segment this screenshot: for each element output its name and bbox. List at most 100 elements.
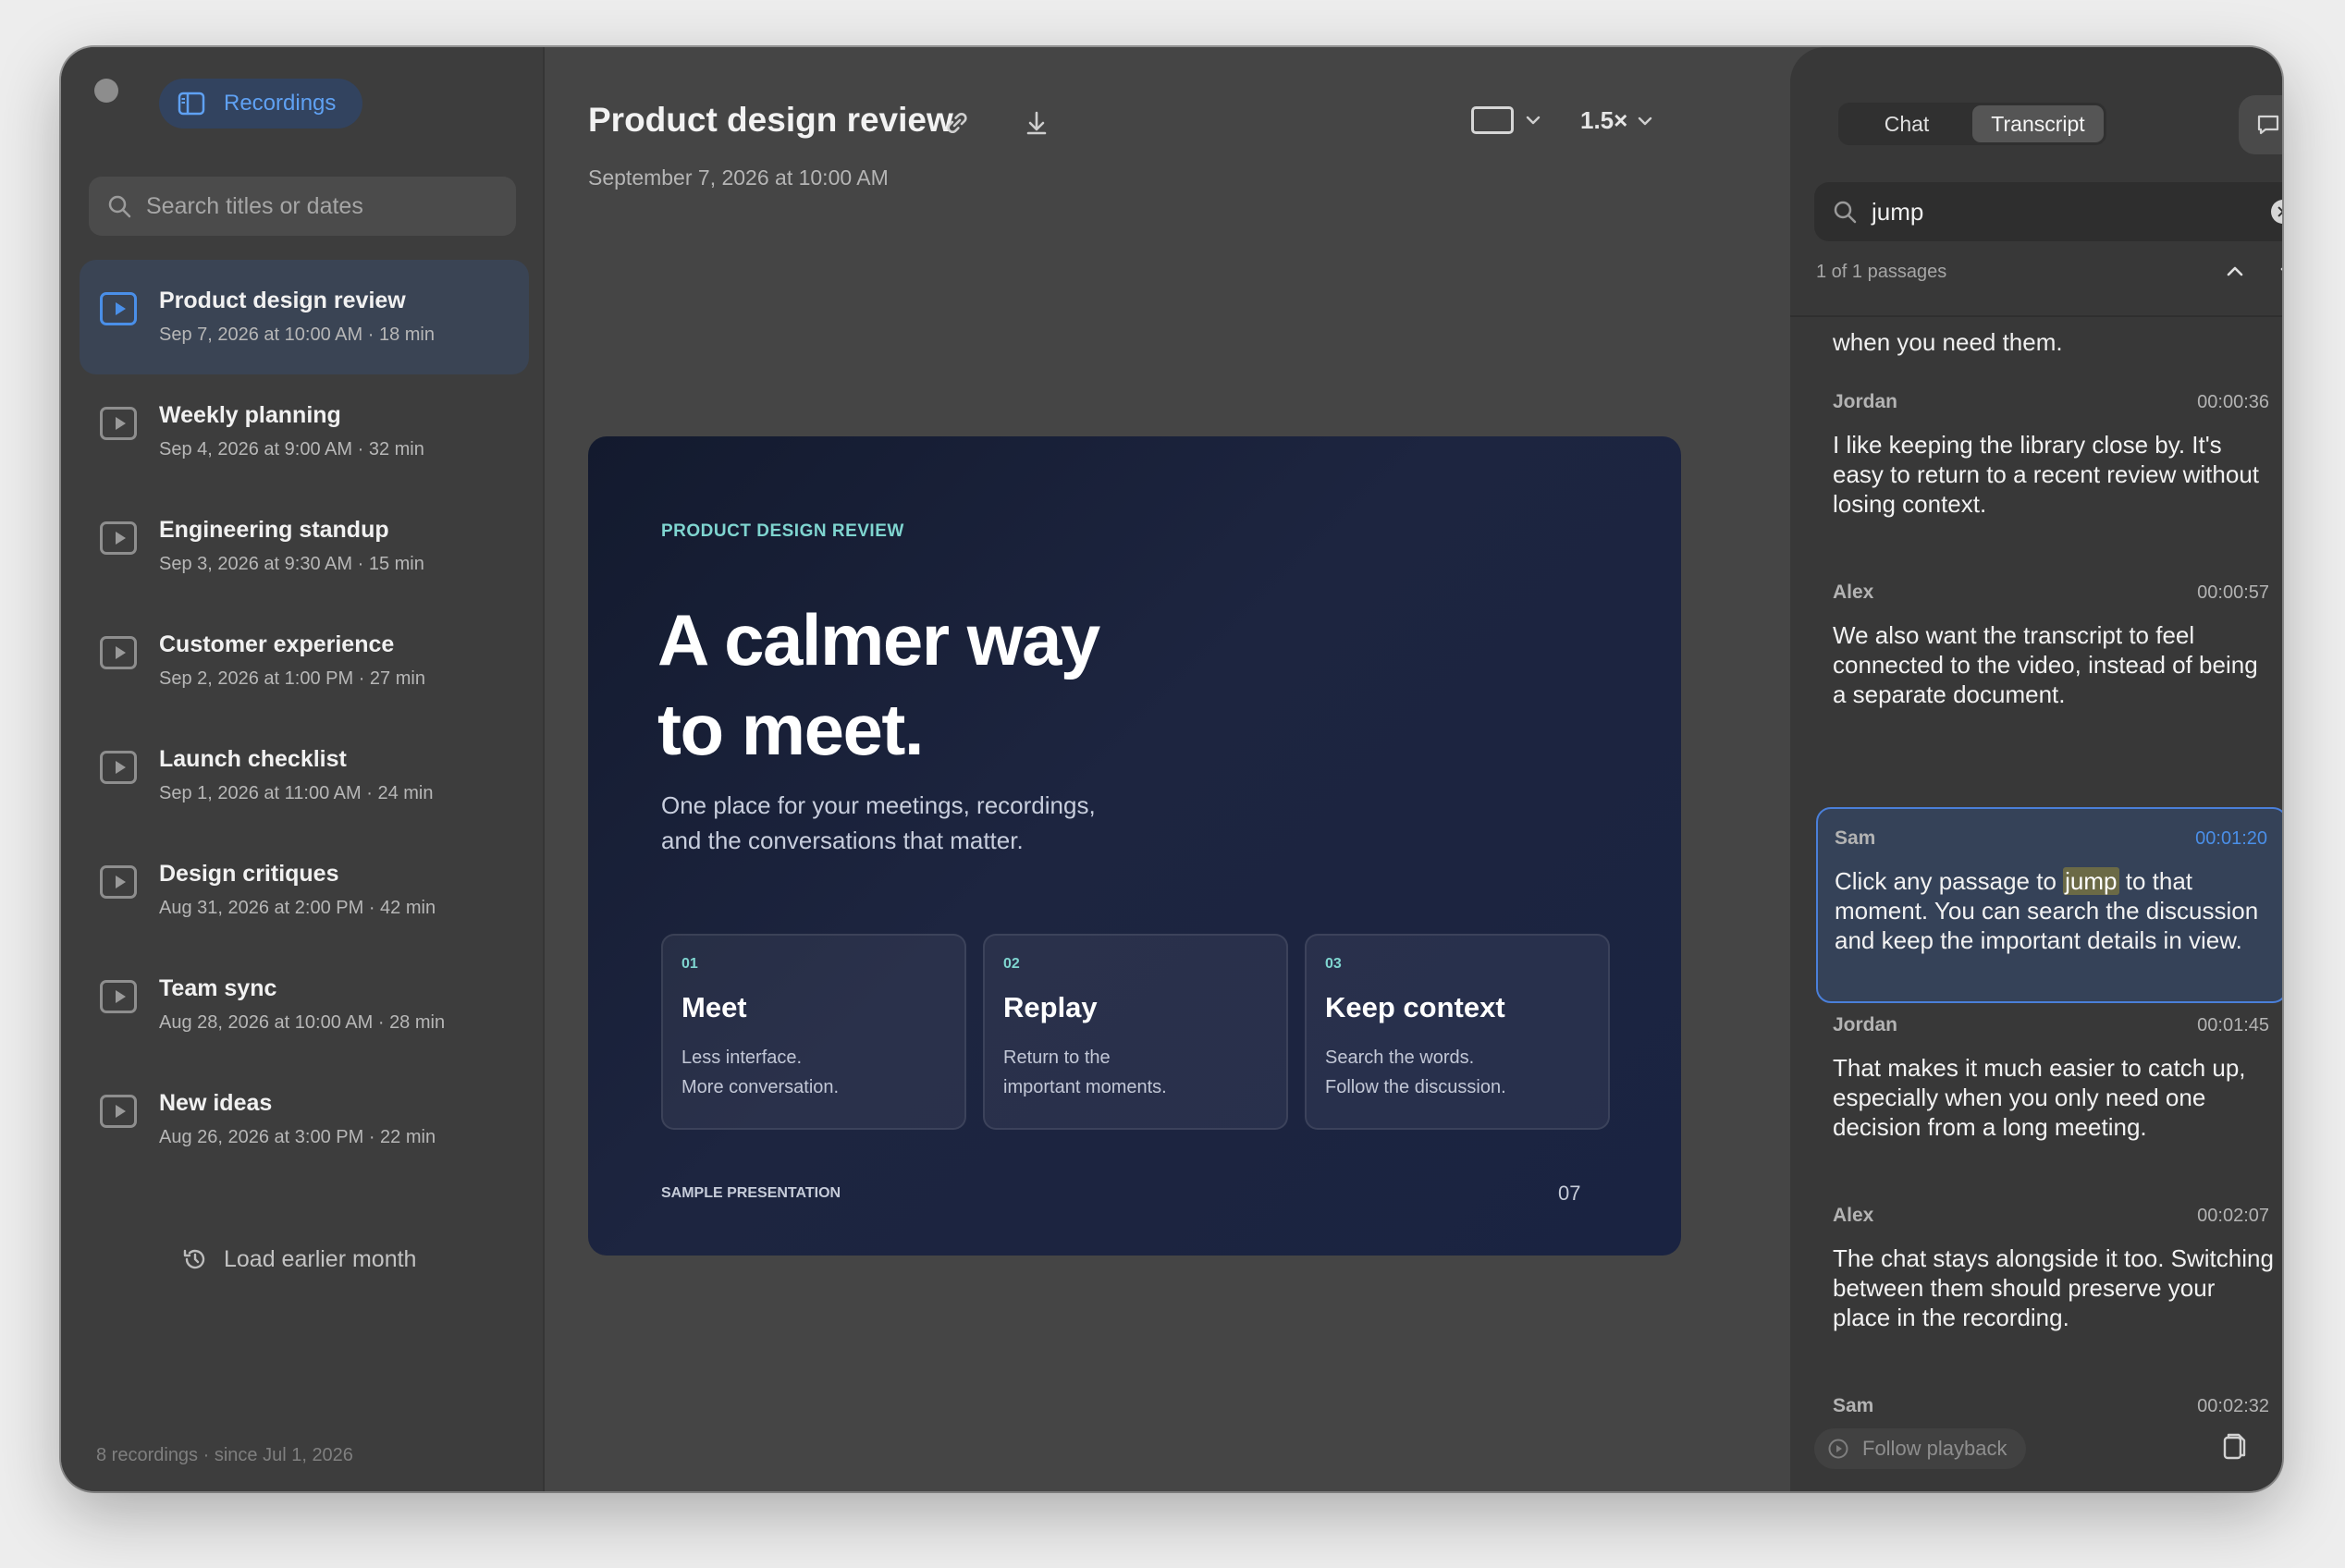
slide-subtitle-line: and the conversations that matter.: [661, 827, 1024, 854]
recording-item[interactable]: Customer experience Sep 2, 2026 at 1:00 …: [80, 604, 529, 718]
card-title: Replay: [1003, 991, 1098, 1023]
video-frame-icon: [1471, 106, 1514, 134]
card-number: 01: [681, 956, 698, 972]
clear-search-icon[interactable]: [2271, 200, 2282, 224]
recording-title: New ideas: [159, 1090, 273, 1116]
search-icon: [108, 195, 131, 218]
recordings-label: Recordings: [224, 91, 337, 116]
search-match: jump: [2063, 867, 2119, 895]
recording-meta: Sep 3, 2026 at 9:30 AM · 15 min: [159, 554, 424, 574]
slide-subtitle-line: One place for your meetings, recordings,: [661, 791, 1096, 819]
speaker-name: Sam: [1835, 827, 1876, 849]
transcript-entry[interactable]: Jordan 00:00:36 I like keeping the libra…: [1816, 373, 2282, 546]
recording-title: Product design review: [159, 288, 406, 313]
recording-title: Design critiques: [159, 861, 339, 887]
history-icon: [183, 1249, 205, 1269]
recording-item[interactable]: Design critiques Aug 31, 2026 at 2:00 PM…: [80, 833, 529, 948]
tab-transcript[interactable]: Transcript: [1972, 105, 2104, 142]
speaker-name: Alex: [1833, 582, 1874, 603]
recording-meta: Aug 28, 2026 at 10:00 AM · 28 min: [159, 1012, 446, 1033]
follow-playback-label: Follow playback: [1862, 1437, 2007, 1460]
page-title: Product design review: [588, 101, 953, 139]
search-input[interactable]: Search titles or dates: [89, 177, 516, 236]
recording-item[interactable]: Engineering standup Sep 3, 2026 at 9:30 …: [80, 489, 529, 604]
layout-menu-button[interactable]: [1471, 106, 1541, 134]
recording-item[interactable]: Weekly planning Sep 4, 2026 at 9:00 AM ·…: [80, 374, 529, 489]
recording-title: Engineering standup: [159, 517, 389, 543]
recording-title: Weekly planning: [159, 402, 341, 428]
chevron-down-icon[interactable]: [2277, 260, 2282, 284]
recordings-count: 8 recordings · since Jul 1, 2026: [96, 1445, 353, 1465]
sidebar-icon: [178, 92, 205, 116]
recordings-toggle-button[interactable]: Recordings: [159, 79, 362, 129]
copy-icon[interactable]: [2216, 1430, 2249, 1464]
slide-headline: A calmer way to meet.: [657, 595, 1100, 775]
recording-title: Launch checklist: [159, 746, 347, 772]
transcript-list: when you need them. Jordan 00:00:36 I li…: [1790, 317, 2282, 1454]
recording-item[interactable]: Product design review Sep 7, 2026 at 10:…: [80, 260, 529, 374]
timestamp: 00:02:32: [2197, 1396, 2269, 1416]
card-description: Return to the important moments.: [1003, 1047, 1167, 1097]
timestamp: 00:01:45: [2197, 1015, 2269, 1035]
chevron-up-icon[interactable]: [2223, 260, 2247, 284]
timestamp: 00:00:57: [2197, 582, 2269, 603]
recording-title: Customer experience: [159, 631, 395, 657]
speaker-name: Jordan: [1833, 391, 1898, 412]
recording-meta: Aug 31, 2026 at 2:00 PM · 42 min: [159, 898, 436, 918]
tab-chat[interactable]: Chat: [1841, 105, 1972, 142]
playback-speed-button[interactable]: 1.5×: [1580, 106, 1653, 135]
play-icon: [100, 1095, 137, 1128]
slide-headline-line: A calmer way: [657, 599, 1100, 680]
chat-bubble-button[interactable]: [2239, 95, 2282, 154]
transcript-search-input[interactable]: jump: [1814, 182, 2282, 241]
speaker-name: Jordan: [1833, 1014, 1898, 1035]
recording-date: September 7, 2026 at 10:00 AM: [588, 165, 889, 190]
play-icon: [100, 636, 137, 669]
transcript-text: We also want the transcript to feel conn…: [1833, 621, 2258, 708]
play-icon: [100, 407, 137, 440]
main-content: Product design review September 7, 2026 …: [546, 47, 1789, 1491]
search-placeholder: Search titles or dates: [146, 192, 363, 219]
panel-tabs: Chat Transcript: [1838, 103, 2106, 145]
window-close-button[interactable]: [94, 79, 118, 103]
slide-card: 03 Keep context Search the words. Follow …: [1305, 934, 1610, 1130]
card-title: Keep context: [1325, 991, 1505, 1023]
recording-item[interactable]: Team sync Aug 28, 2026 at 10:00 AM · 28 …: [80, 948, 529, 1062]
timestamp: 00:01:20: [2195, 828, 2267, 849]
slide-subtitle: One place for your meetings, recordings,…: [661, 788, 1179, 858]
follow-playback-button[interactable]: Follow playback: [1814, 1428, 2026, 1469]
slide-page-number: 07: [1558, 1182, 1581, 1205]
transcript-entry-active[interactable]: Sam 00:01:20 Click any passage to jump t…: [1816, 807, 2282, 1003]
search-query: jump: [1872, 197, 1924, 226]
recording-item[interactable]: New ideas Aug 26, 2026 at 3:00 PM · 22 m…: [80, 1062, 529, 1177]
load-earlier-button[interactable]: Load earlier month: [181, 1245, 416, 1273]
video-player[interactable]: PRODUCT DESIGN REVIEW A calmer way to me…: [588, 436, 1681, 1256]
speaker-name: Sam: [1833, 1395, 1874, 1416]
search-icon: [1834, 201, 1857, 224]
recording-meta: Aug 26, 2026 at 3:00 PM · 22 min: [159, 1127, 436, 1147]
load-earlier-label: Load earlier month: [224, 1245, 417, 1272]
transcript-text: I like keeping the library close by. It'…: [1833, 431, 2260, 518]
play-icon: [100, 980, 137, 1013]
recording-item[interactable]: Launch checklist Sep 1, 2026 at 11:00 AM…: [80, 718, 529, 833]
slide-footer: SAMPLE PRESENTATION: [661, 1185, 841, 1201]
transcript-text: Click any passage to jump to that moment…: [1835, 867, 2259, 954]
link-icon[interactable]: [939, 104, 976, 141]
card-title: Meet: [681, 991, 747, 1023]
play-icon: [100, 292, 137, 325]
timestamp: 00:00:36: [2197, 392, 2269, 412]
recording-title: Team sync: [159, 975, 277, 1001]
download-icon[interactable]: [1018, 104, 1055, 141]
recordings-list: Product design review Sep 7, 2026 at 10:…: [80, 260, 529, 1177]
speed-value: 1.5×: [1580, 106, 1628, 134]
transcript-fragment: when you need them.: [1833, 328, 2063, 356]
transcript-entry[interactable]: Alex 00:02:07 The chat stays alongside i…: [1816, 1186, 2282, 1360]
timestamp: 00:02:07: [2197, 1206, 2269, 1226]
recording-meta: Sep 4, 2026 at 9:00 AM · 32 min: [159, 439, 424, 459]
play-icon: [100, 751, 137, 784]
transcript-entry[interactable]: Alex 00:00:57 We also want the transcrip…: [1816, 563, 2282, 737]
speaker-name: Alex: [1833, 1205, 1874, 1226]
transcript-entry[interactable]: Jordan 00:01:45 That makes it much easie…: [1816, 996, 2282, 1170]
slide-eyebrow: PRODUCT DESIGN REVIEW: [661, 521, 904, 541]
download-icon[interactable]: [2277, 1430, 2282, 1464]
